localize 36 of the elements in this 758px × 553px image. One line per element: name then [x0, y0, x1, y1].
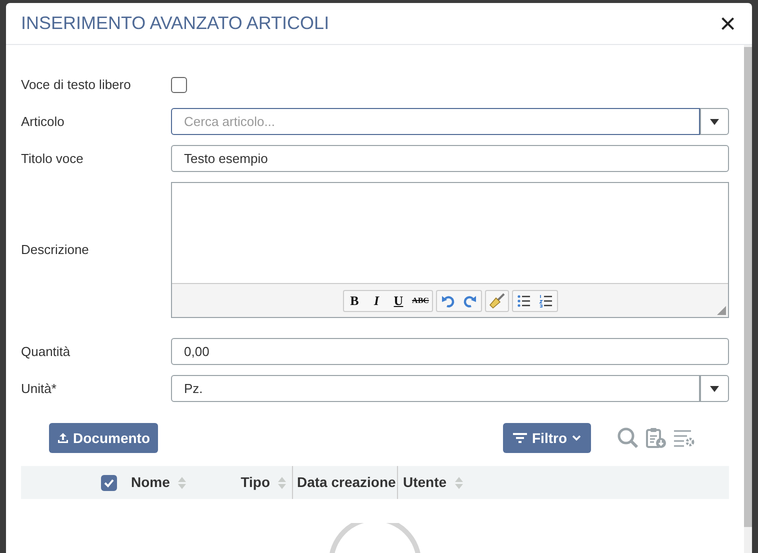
upload-button[interactable]: Documento: [49, 423, 158, 453]
select-field[interactable]: Pz.: [171, 375, 700, 402]
underline-button[interactable]: U: [388, 290, 410, 310]
clipboard-download-icon[interactable]: [645, 427, 667, 449]
filter-icon: [513, 433, 527, 443]
resize-grip-icon[interactable]: [717, 306, 726, 315]
rich-text-editor[interactable]: B I U ABC: [171, 182, 729, 318]
caret-down-icon: [710, 386, 719, 392]
field-label: Articolo: [21, 112, 66, 131]
bold-button[interactable]: B: [344, 290, 366, 310]
select-all-checkbox[interactable]: [101, 474, 117, 490]
input-field[interactable]: Testo esempio: [171, 145, 729, 172]
column-header[interactable]: Utente: [403, 472, 447, 493]
italic-button[interactable]: I: [366, 290, 388, 310]
close-button[interactable]: ×: [720, 10, 736, 38]
caret-down-icon: [710, 118, 719, 124]
column-header[interactable]: Tipo: [240, 472, 270, 493]
dialog-title: INSERIMENTO AVANZATO ARTICOLI: [21, 12, 330, 35]
select-field[interactable]: Cerca articolo...: [171, 108, 700, 135]
column-header[interactable]: Data creazione: [297, 472, 396, 493]
filter-button[interactable]: Filtro: [503, 423, 591, 453]
field-label: Voce di testo libero: [21, 76, 132, 94]
checkbox[interactable]: [171, 77, 187, 93]
list-settings-icon[interactable]: [673, 428, 695, 448]
input-field[interactable]: 0,00: [171, 338, 729, 365]
chevron-down-icon: [572, 435, 581, 441]
field-label: Titolo voce: [21, 150, 84, 168]
field-label: Quantità: [21, 342, 72, 361]
column-header[interactable]: Nome: [131, 472, 170, 493]
search-icon[interactable]: [617, 427, 639, 449]
field-label: Descrizione: [21, 241, 90, 260]
field-label: Unità*: [21, 380, 58, 398]
strike-button[interactable]: ABC: [410, 290, 432, 310]
dropdown-button[interactable]: [700, 108, 729, 135]
dropdown-button[interactable]: [700, 375, 729, 402]
upload-icon: [57, 432, 69, 444]
